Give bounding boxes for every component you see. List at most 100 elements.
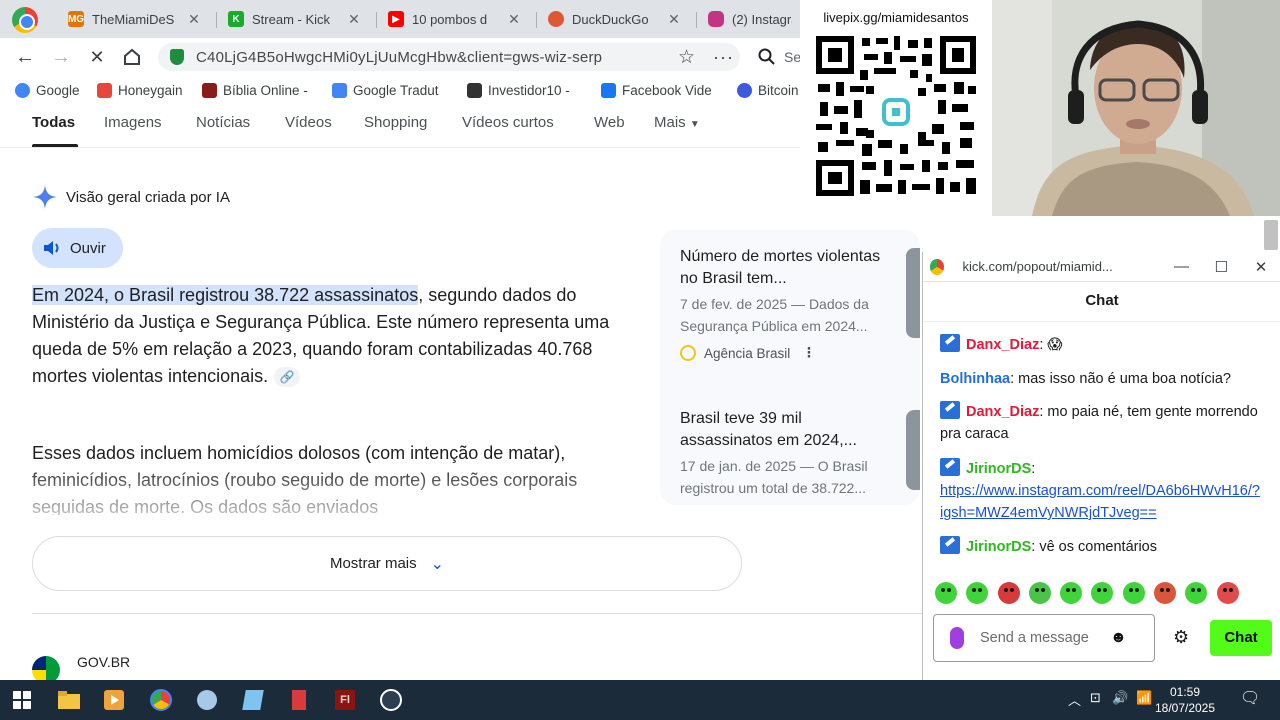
back-arrow-icon[interactable]: ← xyxy=(12,44,38,70)
chrome-taskbar-icon[interactable] xyxy=(148,687,174,713)
emote-icon[interactable] xyxy=(1185,582,1208,604)
security-shield-icon[interactable] xyxy=(170,49,184,65)
emote-icon[interactable] xyxy=(997,582,1020,604)
tab-shopping[interactable]: Shopping xyxy=(364,114,427,131)
stop-loading-icon[interactable]: ✕ xyxy=(84,44,110,70)
file-explorer-icon[interactable] xyxy=(56,687,82,713)
chat-message: JirinorDS: vê os comentários xyxy=(940,536,1262,558)
notifications-icon[interactable]: 🗨 xyxy=(1240,688,1260,708)
system-clock[interactable]: 01:59 18/07/2025 xyxy=(1150,684,1220,716)
listen-button[interactable]: Ouvir xyxy=(32,228,123,268)
chat-username[interactable]: Bolhinhaa xyxy=(940,371,1010,387)
volume-icon[interactable]: 🔊 xyxy=(1112,690,1128,706)
windows-taskbar: Fl ︿ ⊡ 🔊 📶 01:59 18/07/2025 🗨 xyxy=(0,680,1280,720)
notepad-icon[interactable] xyxy=(240,687,266,713)
close-icon[interactable]: ✕ xyxy=(186,11,202,28)
kick-chat-popout: kick.com/popout/miamid... — ☐ ✕ Chat Dan… xyxy=(922,252,1280,680)
bookmark-label: Investidor10 - xyxy=(488,83,570,98)
bible-icon xyxy=(202,83,217,98)
emote-icon[interactable] xyxy=(935,582,957,604)
forward-arrow-icon[interactable]: → xyxy=(48,44,74,70)
source-thumbnail[interactable] xyxy=(906,410,920,490)
tab-noticias[interactable]: Notícias xyxy=(196,114,250,131)
url-text[interactable]: C40LjG4B5oHwgcHMi0yLjUuMcgHbw&client=gws… xyxy=(196,49,666,66)
source-title[interactable]: Número de mortes violentas no Brasil tem… xyxy=(680,246,890,290)
address-bar[interactable]: C40LjG4B5oHwgcHMi0yLjUuMcgHbw&client=gws… xyxy=(158,43,740,71)
chat-username[interactable]: Danx_Diaz xyxy=(966,337,1039,353)
source-thumbnail[interactable] xyxy=(906,248,920,338)
bookmark-bitcoin[interactable]: Bitcoin xyxy=(737,83,799,98)
tab-imagens[interactable]: Imagens xyxy=(104,114,162,131)
chat-header: Chat xyxy=(923,282,1280,322)
gear-icon[interactable]: ⚙ xyxy=(1173,627,1189,648)
chat-message: Danx_Diaz: 😱 xyxy=(940,334,1262,356)
network-icon[interactable]: ⊡ xyxy=(1090,690,1101,706)
chat-link[interactable]: https://www.instagram.com/reel/DA6b6HWvH… xyxy=(940,483,1260,521)
emote-icon[interactable] xyxy=(1060,582,1083,604)
home-icon[interactable] xyxy=(119,44,145,70)
chat-username[interactable]: JirinorDS xyxy=(966,461,1031,477)
bookmark-google[interactable]: Google xyxy=(15,83,80,98)
bookmark-google-tradutor[interactable]: Google Tradut xyxy=(332,83,439,98)
close-icon[interactable]: ✕ xyxy=(346,11,362,28)
microphone-icon[interactable] xyxy=(950,627,964,649)
close-icon[interactable]: ✕ xyxy=(506,11,522,28)
popout-titlebar[interactable]: kick.com/popout/miamid... — ☐ ✕ xyxy=(923,252,1280,282)
send-chat-button[interactable]: Chat xyxy=(1210,620,1272,656)
emote-icon[interactable] xyxy=(966,582,989,604)
bookmark-investidor10[interactable]: Investidor10 - xyxy=(467,83,570,98)
adobe-app-icon[interactable]: Fl xyxy=(332,687,358,713)
chat-input-placeholder: Send a message xyxy=(980,629,1089,646)
google-translate-icon xyxy=(332,83,347,98)
bookmark-facebook-video[interactable]: Facebook Vide xyxy=(601,83,712,98)
more-options-icon[interactable]: ··· xyxy=(713,47,734,68)
tab-separator xyxy=(536,12,537,28)
source-title[interactable]: Brasil teve 39 mil assassinatos em 2024,… xyxy=(680,408,890,452)
page-scrollbar[interactable] xyxy=(1264,220,1278,250)
close-icon[interactable]: ✕ xyxy=(1241,258,1280,276)
tray-expand-icon[interactable]: ︿ xyxy=(1068,690,1081,709)
donation-url: livepix.gg/miamidesantos xyxy=(823,10,969,25)
emote-icon[interactable] xyxy=(1028,582,1051,604)
emoji-picker-icon[interactable]: ☻ xyxy=(1110,629,1127,647)
bookmark-star-icon[interactable]: ☆ xyxy=(678,46,695,69)
show-more-button[interactable]: Mostrar mais ⌄ xyxy=(32,536,742,591)
tab-videos[interactable]: Vídeos xyxy=(285,114,332,131)
source-card[interactable]: Brasil teve 39 mil assassinatos em 2024,… xyxy=(680,408,890,499)
media-player-icon[interactable] xyxy=(101,687,127,713)
close-icon[interactable]: ✕ xyxy=(666,11,682,28)
obs-icon[interactable] xyxy=(378,687,404,713)
moderator-badge-icon xyxy=(940,401,960,419)
emote-icon[interactable] xyxy=(1122,582,1145,604)
emote-icon[interactable] xyxy=(1154,582,1177,604)
chat-message: JirinorDS: https://www.instagram.com/reel… xyxy=(940,458,1262,524)
calculator-icon[interactable] xyxy=(286,687,312,713)
ai-overview-header: Visão geral criada por IA xyxy=(32,184,230,210)
chrome-icon[interactable] xyxy=(12,7,38,33)
chat-username[interactable]: Danx_Diaz xyxy=(966,404,1039,420)
link-icon[interactable]: 🔗 xyxy=(274,367,301,388)
chat-message-input[interactable]: Send a message ☻ xyxy=(933,614,1155,662)
maximize-icon[interactable]: ☐ xyxy=(1201,258,1241,276)
tab-mais[interactable]: Mais ▼ xyxy=(654,114,700,131)
minimize-icon[interactable]: — xyxy=(1162,258,1202,275)
tab-themiamides[interactable]: MG TheMiamiDeS ✕ xyxy=(60,4,210,34)
bookmark-honeygain[interactable]: Honeygain xyxy=(97,83,183,98)
tab-duckduckgo[interactable]: DuckDuckGo ✕ xyxy=(540,4,690,34)
windows-start-icon[interactable] xyxy=(9,687,35,713)
source-card[interactable]: Número de mortes violentas no Brasil tem… xyxy=(680,246,890,361)
kebab-menu-icon[interactable]: ⋮ xyxy=(802,345,816,361)
tab-instagram[interactable]: (2) Instagra xyxy=(700,4,800,34)
app-icon[interactable] xyxy=(194,687,220,713)
chat-username[interactable]: JirinorDS xyxy=(966,539,1031,555)
tab-label: TheMiamiDeS xyxy=(92,11,175,27)
bookmark-label: Google Tradut xyxy=(353,83,439,98)
tab-web[interactable]: Web xyxy=(594,114,625,131)
tab-todas[interactable]: Todas xyxy=(32,114,75,131)
bookmark-biblia[interactable]: Bíblia Online - xyxy=(202,83,308,98)
emote-icon[interactable] xyxy=(1216,582,1239,604)
emote-icon[interactable] xyxy=(1091,582,1114,604)
tab-stream-kick[interactable]: K Stream - Kick ✕ xyxy=(220,4,370,34)
tab-youtube[interactable]: ▶ 10 pombos d ✕ xyxy=(380,4,530,34)
tab-videos-curtos[interactable]: Vídeos curtos xyxy=(462,114,554,131)
